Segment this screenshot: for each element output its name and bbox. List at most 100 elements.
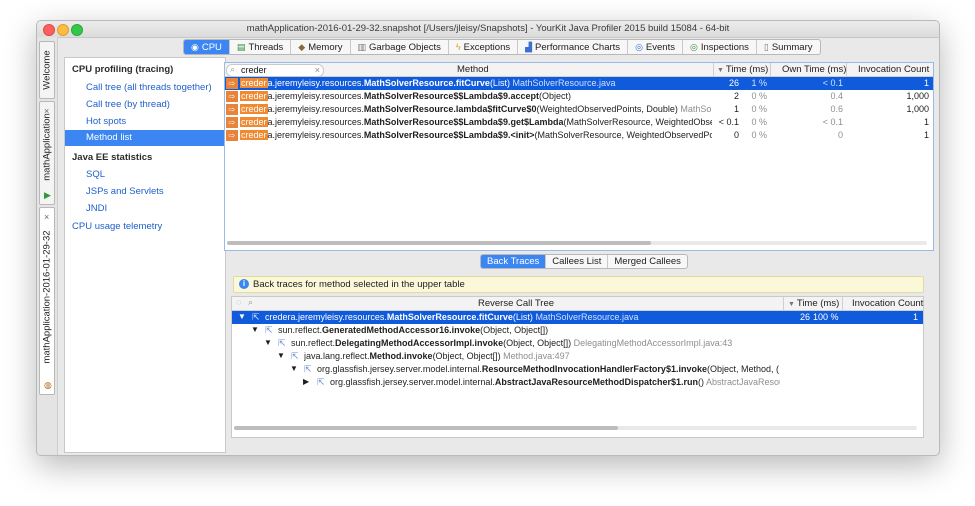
close-icon[interactable]: × bbox=[44, 106, 49, 116]
info-icon: i bbox=[239, 279, 249, 289]
nav-call-tree-all[interactable]: Call tree (all threads together) bbox=[86, 82, 212, 93]
method-class-method: MathSolverResource.fitCurve bbox=[363, 78, 490, 88]
tab-events[interactable]: ◎ Events bbox=[628, 40, 683, 54]
method-arrow-icon: ⇨ bbox=[226, 117, 238, 128]
nav-hot-spots[interactable]: Hot spots bbox=[86, 116, 126, 127]
cpu-icon: ◉ bbox=[191, 41, 199, 52]
filter-icon[interactable]: ◌ bbox=[236, 297, 241, 307]
col-method[interactable]: Method bbox=[457, 64, 489, 75]
method-hscroll-thumb[interactable] bbox=[227, 241, 651, 245]
tab-performance-charts[interactable]: ▟ Performance Charts bbox=[518, 40, 629, 54]
tree-time-value: 26 bbox=[799, 312, 810, 322]
memory-icon: ◆ bbox=[298, 41, 306, 52]
method-class-method: AbstractJavaResourceMethodDispatcher$1.r… bbox=[494, 377, 698, 387]
nav-jsps-servlets[interactable]: JSPs and Servlets bbox=[86, 186, 164, 197]
method-arrow-icon: ⇨ bbox=[226, 130, 238, 141]
nav-method-list[interactable]: Method list bbox=[65, 130, 225, 146]
collapse-icon[interactable]: ▼ bbox=[238, 312, 246, 321]
snapshot-tab[interactable]: mathApplication-2016-01-29-32 × ◍ bbox=[39, 207, 55, 395]
col-time[interactable]: ▼ Time (ms) bbox=[717, 64, 768, 75]
method-hscroll[interactable] bbox=[227, 241, 927, 245]
time-percent: 0 % bbox=[751, 117, 767, 127]
tab-merged-callees[interactable]: Merged Callees bbox=[608, 255, 687, 268]
nav-sql[interactable]: SQL bbox=[86, 169, 105, 180]
nav-javaee-header: Java EE statistics bbox=[72, 152, 153, 163]
table-row[interactable]: ⇨ credera.jeremyleisy.resources.MathSolve… bbox=[225, 103, 933, 116]
time-percent: 1 % bbox=[751, 78, 767, 88]
method-name: credera.jeremyleisy.resources.MathSolver… bbox=[240, 130, 712, 140]
tree-method-name: sun.reflect.GeneratedMethodAccessor16.in… bbox=[278, 325, 780, 335]
tree-row[interactable]: ▼ ⇱ credera.jeremyleisy.resources.MathSolv… bbox=[232, 311, 923, 324]
method-source-file: Method.java:497 bbox=[503, 351, 570, 361]
expand-icon[interactable]: ▶ bbox=[303, 377, 309, 386]
nav-cpu-header: CPU profiling (tracing) bbox=[72, 64, 174, 75]
eye-icon: ◎ bbox=[689, 41, 698, 52]
table-row[interactable]: ⇨ credera.jeremyleisy.resources.MathSolve… bbox=[225, 129, 933, 142]
tab-exceptions[interactable]: ϟ Exceptions bbox=[449, 40, 519, 54]
nav-call-tree-by-thread[interactable]: Call tree (by thread) bbox=[86, 99, 170, 110]
info-text: Back traces for method selected in the u… bbox=[253, 279, 465, 290]
method-source-file: MathSo bbox=[680, 104, 712, 114]
session-strip: Welcome mathApplication × ▶ mathApplicat… bbox=[37, 37, 58, 455]
col-tree-invocation-count[interactable]: Invocation Count bbox=[852, 298, 923, 309]
method-name: credera.jeremyleisy.resources.MathSolver… bbox=[240, 117, 712, 127]
method-name: credera.jeremyleisy.resources.MathSolver… bbox=[240, 104, 712, 114]
document-icon: ▯ bbox=[763, 41, 769, 52]
method-arrow-icon: ⇨ bbox=[226, 78, 238, 89]
tab-inspections[interactable]: ◎ Inspections bbox=[683, 40, 757, 54]
sort-desc-icon: ▼ bbox=[788, 301, 797, 308]
threads-icon: ▤ bbox=[236, 41, 246, 52]
col-invocation-count[interactable]: Invocation Count bbox=[858, 64, 929, 75]
time-value: < 0.1 bbox=[718, 117, 739, 127]
method-class-method: MathSolverResource$$Lambda$9.get$Lambda bbox=[363, 117, 564, 127]
tab-back-traces[interactable]: Back Traces bbox=[481, 255, 547, 268]
table-row[interactable]: ⇨ credera.jeremyleisy.resources.MathSolve… bbox=[225, 116, 933, 129]
method-signature: (List) bbox=[489, 78, 510, 88]
tab-memory[interactable]: ◆ Memory bbox=[291, 40, 351, 54]
method-class-method: Method.invoke bbox=[369, 351, 433, 361]
tab-cpu[interactable]: ◉ CPU bbox=[184, 40, 230, 54]
tree-method-name: org.glassfish.jersey.server.model.intern… bbox=[317, 364, 780, 374]
time-value: 1 bbox=[733, 104, 739, 114]
nav-cpu-telemetry[interactable]: CPU usage telemetry bbox=[72, 221, 162, 232]
tab-callees-list[interactable]: Callees List bbox=[546, 255, 609, 268]
close-icon[interactable]: × bbox=[44, 212, 49, 222]
search-match-highlight: creder bbox=[240, 117, 268, 127]
tree-row[interactable]: ▼ ⇱ java.lang.reflect.Method.invoke(Object… bbox=[232, 350, 923, 363]
search-icon[interactable]: ⌕ bbox=[248, 297, 253, 308]
collapse-icon[interactable]: ▼ bbox=[251, 325, 259, 334]
tree-row[interactable]: ▼ ⇱ sun.reflect.DelegatingMethodAccessorIm… bbox=[232, 337, 923, 350]
search-match-highlight: creder bbox=[240, 104, 268, 114]
collapse-icon[interactable]: ▼ bbox=[277, 351, 285, 360]
table-row[interactable]: ⇨ credera.jeremyleisy.resources.MathSolve… bbox=[225, 90, 933, 103]
tree-row[interactable]: ▼ ⇱ org.glassfish.jersey.server.model.inte… bbox=[232, 363, 923, 376]
method-signature: (WeightedObservedPoints, Double) bbox=[536, 104, 678, 114]
profiler-window: mathApplication-2016-01-29-32.snapshot [… bbox=[36, 20, 940, 456]
collapse-icon[interactable]: ▼ bbox=[264, 338, 272, 347]
tree-hscroll-thumb[interactable] bbox=[234, 426, 618, 430]
table-row[interactable]: ⇨ credera.jeremyleisy.resources.MathSolve… bbox=[225, 77, 933, 90]
method-arrow-icon: ⇨ bbox=[226, 91, 238, 102]
garbage-icon: ▥ bbox=[357, 41, 367, 52]
welcome-tab[interactable]: Welcome bbox=[39, 41, 55, 99]
col-own-time[interactable]: Own Time (ms) bbox=[782, 64, 846, 75]
tree-method-name: credera.jeremyleisy.resources.MathSolver… bbox=[265, 312, 780, 322]
tab-threads[interactable]: ▤ Threads bbox=[230, 40, 292, 54]
app-tab[interactable]: mathApplication × ▶ bbox=[39, 101, 55, 205]
collapse-icon[interactable]: ▼ bbox=[290, 364, 298, 373]
tree-row[interactable]: ▼ ⇱ sun.reflect.GeneratedMethodAccessor16.… bbox=[232, 324, 923, 337]
col-tree-time[interactable]: ▼ Time (ms) bbox=[788, 298, 839, 309]
nav-jndi[interactable]: JNDI bbox=[86, 203, 107, 214]
method-search-input[interactable]: creder bbox=[241, 65, 267, 75]
tab-summary[interactable]: ▯ Summary bbox=[757, 40, 820, 54]
tree-row[interactable]: ▶ ⇱ org.glassfish.jersey.server.model.inte… bbox=[232, 376, 923, 389]
method-package: a.jeremyleisy.resources. bbox=[267, 78, 364, 88]
method-node-icon: ⇱ bbox=[304, 364, 312, 374]
search-match-highlight: creder bbox=[240, 78, 268, 88]
method-table-header: ⌕ creder × Method ▼ Time (ms) Own Time (… bbox=[225, 63, 933, 77]
tree-hscroll[interactable] bbox=[234, 426, 917, 430]
method-search-field[interactable]: ⌕ creder × bbox=[226, 64, 324, 77]
clear-search-icon[interactable]: × bbox=[315, 65, 320, 75]
tab-garbage-objects[interactable]: ▥ Garbage Objects bbox=[351, 40, 449, 54]
col-reverse-call-tree[interactable]: Reverse Call Tree bbox=[478, 298, 554, 309]
